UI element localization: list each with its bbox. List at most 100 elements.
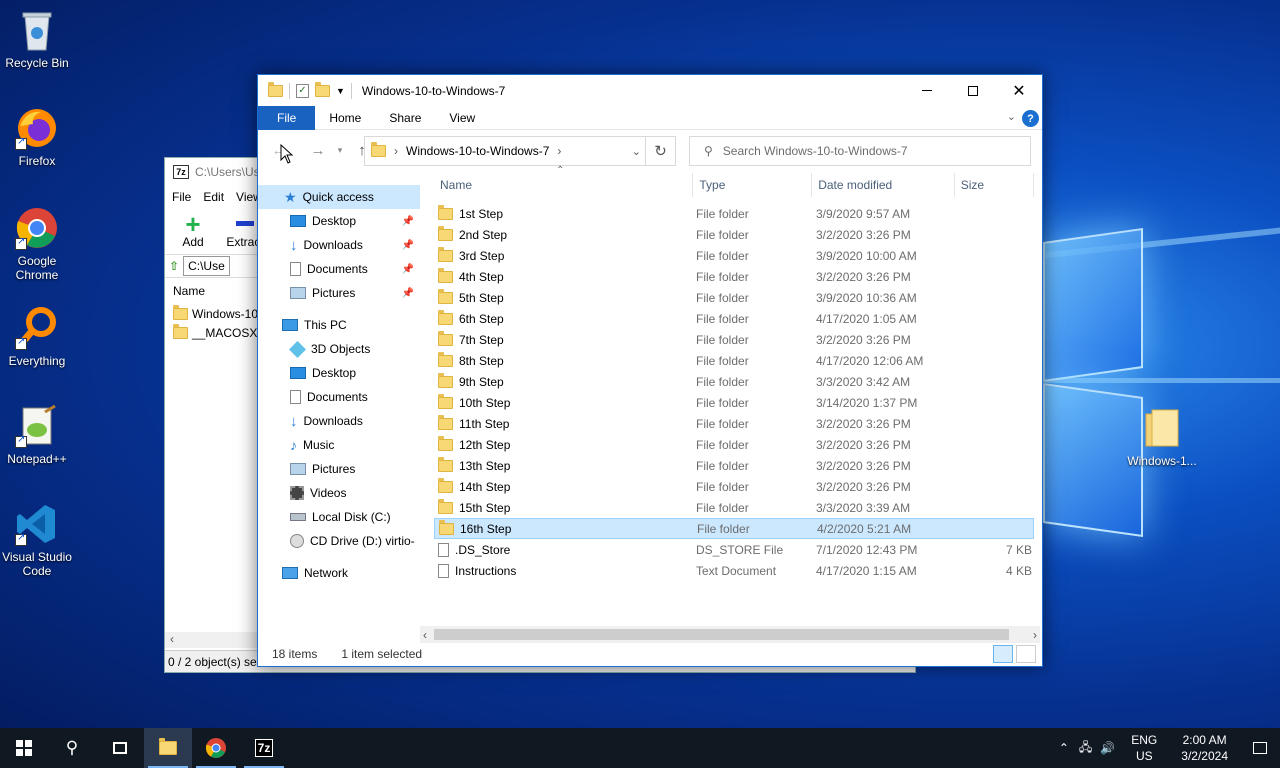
nav-pictures[interactable]: Pictures [258,457,420,481]
pin-icon[interactable]: 📌 [402,216,414,227]
nav-videos[interactable]: Videos [258,481,420,505]
table-row[interactable]: 4th Step File folder 3/2/2020 3:26 PM [434,266,1034,287]
table-row[interactable]: 2nd Step File folder 3/2/2020 3:26 PM [434,224,1034,245]
7zip-add-button[interactable]: + Add [171,209,215,249]
maximize-button[interactable] [950,75,996,106]
scrollbar-thumb[interactable] [434,629,1009,640]
table-row[interactable]: 10th Step File folder 3/14/2020 1:37 PM [434,392,1034,413]
table-row[interactable]: 1st Step File folder 3/9/2020 9:57 AM [434,203,1034,224]
nav-music[interactable]: ♪ Music [258,433,420,457]
taskbar-chrome[interactable] [192,728,240,768]
scroll-left-icon[interactable]: ‹ [423,628,427,642]
expand-ribbon-icon[interactable]: ⌄ [1007,110,1016,123]
column-type[interactable]: Type [693,173,813,197]
nav-quick-documents[interactable]: Documents 📌 [258,257,420,281]
table-row[interactable]: 11th Step File folder 3/2/2020 3:26 PM [434,413,1034,434]
start-button[interactable] [0,728,48,768]
folder-icon [173,323,188,339]
table-row[interactable]: Instructions Text Document 4/17/2020 1:15 … [434,560,1034,581]
nav-this-pc[interactable]: This PC [258,313,420,337]
notifications-button[interactable] [1240,728,1280,768]
show-hidden-icons-icon[interactable]: ⌃ [1053,741,1075,755]
address-bar[interactable]: › Windows-10-to-Windows-7 › ⌄ ↻ [364,136,676,166]
address-dropdown-icon[interactable]: ⌄ [632,145,641,158]
nav-downloads[interactable]: ↓ Downloads [258,409,420,433]
file-explorer-window[interactable]: ✓ ▼ Windows-10-to-Windows-7 ✕ File Home … [257,74,1043,667]
clock[interactable]: 2:00 AM 3/2/2024 [1169,732,1240,764]
explorer-titlebar[interactable]: ✓ ▼ Windows-10-to-Windows-7 ✕ [258,75,1042,106]
nav-network[interactable]: Network [258,561,420,585]
new-folder-icon[interactable] [315,81,330,97]
close-button[interactable]: ✕ [996,75,1042,106]
table-row[interactable]: 8th Step File folder 4/17/2020 12:06 AM [434,350,1034,371]
tab-home[interactable]: Home [315,106,375,130]
7zip-menu-file[interactable]: File [172,190,191,204]
table-row[interactable]: 9th Step File folder 3/3/2020 3:42 AM [434,371,1034,392]
details-view-button[interactable] [993,645,1013,663]
file-list: ⌃ Name Type Date modified Size 1st Step F… [434,165,1035,581]
search-box[interactable]: ⚲ Search Windows-10-to-Windows-7 [689,136,1031,166]
7zip-menu-edit[interactable]: Edit [203,190,224,204]
network-icon[interactable]: 🖧 [1075,738,1096,759]
table-row[interactable]: .DS_Store DS_STORE File 7/1/2020 12:43 PM 7… [434,539,1034,560]
table-row[interactable]: 6th Step File folder 4/17/2020 1:05 AM [434,308,1034,329]
tab-file[interactable]: File [258,105,316,130]
nav-documents[interactable]: Documents [258,385,420,409]
nav-quick-downloads[interactable]: ↓ Downloads 📌 [258,233,420,257]
search-input[interactable]: Search Windows-10-to-Windows-7 [723,144,908,158]
nav-quick-desktop[interactable]: Desktop 📌 [258,209,420,233]
taskbar-file-explorer[interactable] [144,728,192,768]
forward-button[interactable]: → [307,142,329,159]
nav-quick-access[interactable]: ★ Quick access [258,185,420,209]
table-row[interactable]: 7th Step File folder 3/2/2020 3:26 PM [434,329,1034,350]
recent-locations-button[interactable]: ▾ [329,145,351,156]
up-folder-icon[interactable]: ⇧ [169,259,179,273]
nav-quick-pictures[interactable]: Pictures 📌 [258,281,420,305]
nav-cd-drive[interactable]: CD Drive (D:) virtio- [258,529,420,553]
column-size[interactable]: Size [955,173,1035,197]
desktop-icon-notepadpp[interactable]: Notepad++ [0,404,74,466]
pin-icon[interactable]: 📌 [402,264,414,275]
desktop-icon-folder[interactable]: Windows-1... [1125,406,1199,468]
chevron-left-icon[interactable]: ‹ [170,632,174,646]
table-row[interactable]: 15th Step File folder 3/3/2020 3:39 AM [434,497,1034,518]
pin-icon[interactable]: 📌 [402,240,414,251]
nav-local-disk[interactable]: Local Disk (C:) [258,505,420,529]
properties-icon[interactable]: ✓ [296,83,309,98]
plus-icon: + [185,209,201,239]
file-date: 3/9/2020 10:36 AM [816,290,917,305]
column-name[interactable]: Name [434,173,694,197]
scroll-right-icon[interactable]: › [1033,628,1037,642]
table-row[interactable]: 16th Step File folder 4/2/2020 5:21 AM [434,518,1034,539]
tab-share[interactable]: Share [375,106,435,130]
help-icon[interactable]: ? [1022,110,1039,127]
breadcrumb-separator-icon[interactable]: › [557,144,561,158]
file-date: 3/2/2020 3:26 PM [816,437,911,452]
search-button[interactable]: ⚲ [48,728,96,768]
desktop-icon-recycle-bin[interactable]: Recycle Bin [0,8,74,70]
pin-icon[interactable]: 📌 [402,288,414,299]
minimize-button[interactable] [904,75,950,106]
nav-3d-objects[interactable]: 3D Objects [258,337,420,361]
table-row[interactable]: 5th Step File folder 3/9/2020 10:36 AM [434,287,1034,308]
desktop-icon-vscode[interactable]: Visual Studio Code [0,502,74,578]
desktop-icon-firefox[interactable]: Firefox [0,106,74,168]
table-row[interactable]: 14th Step File folder 3/2/2020 3:26 PM [434,476,1034,497]
volume-icon[interactable]: 🔊 [1096,741,1119,755]
customize-toolbar-icon[interactable]: ▼ [336,86,345,96]
column-date[interactable]: Date modified [812,173,955,197]
large-icons-view-button[interactable] [1016,645,1036,663]
nav-desktop[interactable]: Desktop [258,361,420,385]
divider [289,82,290,99]
table-row[interactable]: 3rd Step File folder 3/9/2020 10:00 AM [434,245,1034,266]
table-row[interactable]: 12th Step File folder 3/2/2020 3:26 PM [434,434,1034,455]
refresh-button[interactable]: ↻ [645,137,675,165]
breadcrumb-item[interactable]: Windows-10-to-Windows-7 [406,144,549,158]
task-view-button[interactable] [96,728,144,768]
taskbar-7zip[interactable]: 7z [240,728,288,768]
language-indicator[interactable]: ENG US [1119,732,1169,764]
desktop-icon-chrome[interactable]: Google Chrome [0,206,74,282]
desktop-icon-everything[interactable]: Everything [0,306,74,368]
tab-view[interactable]: View [435,106,489,130]
table-row[interactable]: 13th Step File folder 3/2/2020 3:26 PM [434,455,1034,476]
